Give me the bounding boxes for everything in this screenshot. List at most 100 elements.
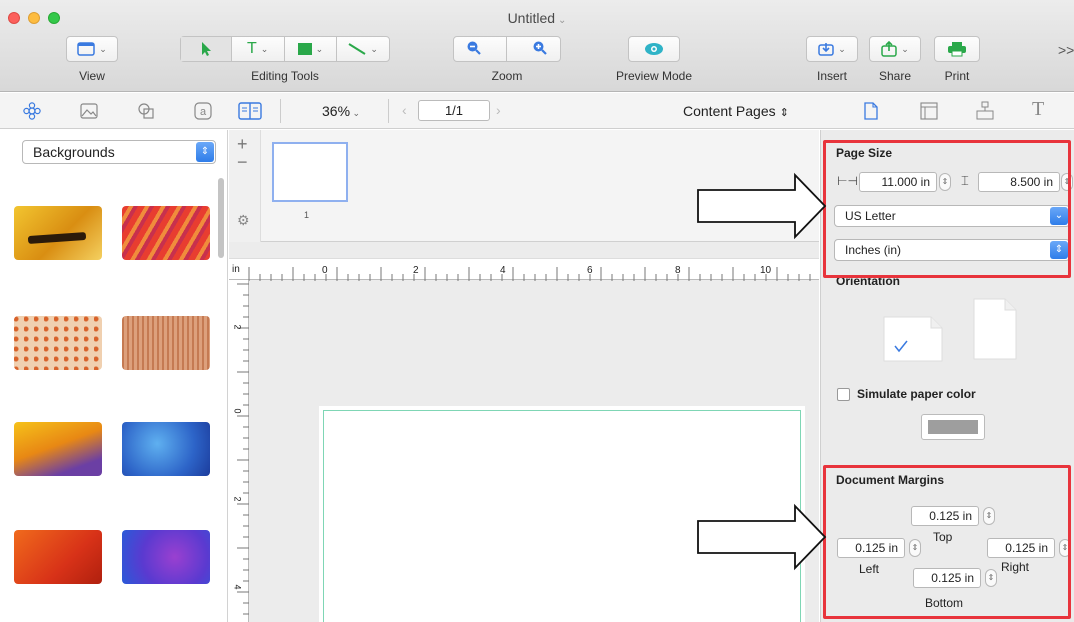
margins-highlight-box (823, 465, 1071, 619)
shapes-icon[interactable] (137, 102, 155, 120)
text-box-icon[interactable]: a (194, 102, 212, 120)
ruler-label: 0 (232, 408, 243, 414)
ruler-label: 0 (322, 265, 328, 276)
chevron-down-icon: ⌄ (901, 43, 909, 54)
window-toolbar: Untitled ⌄ ⌄ View T ⌄ ⌄ ⌄ Editing Tools Zo… (0, 0, 1074, 92)
portrait-orientation-option[interactable] (973, 298, 1017, 360)
remove-page-icon[interactable]: − (237, 152, 248, 173)
landscape-page-icon (883, 316, 943, 362)
zoom-out-icon[interactable] (466, 40, 482, 59)
printer-icon (948, 42, 966, 57)
text-icon: T (246, 40, 257, 57)
chevron-down-icon: ⌄ (838, 43, 846, 54)
print-button[interactable] (934, 36, 980, 62)
background-thumbnail[interactable] (14, 530, 102, 584)
ruler-unit: in (232, 264, 240, 275)
ruler-label: 10 (760, 265, 772, 276)
landscape-orientation-option[interactable] (883, 316, 943, 362)
portrait-page-icon (973, 298, 1017, 360)
updown-chevron-icon: ⇕ (196, 142, 214, 162)
background-thumbnail[interactable] (14, 316, 102, 370)
image-icon[interactable] (80, 103, 98, 119)
background-thumbnail[interactable] (122, 530, 210, 584)
print-label: Print (944, 69, 970, 83)
document-icon[interactable] (864, 102, 878, 120)
chevron-down-icon: ⌄ (370, 43, 378, 54)
layout-ruler-icon[interactable] (920, 102, 938, 120)
pages-panel-icon[interactable] (238, 102, 262, 120)
zoom-percent-dropdown[interactable]: 36% ⌄ (322, 103, 360, 119)
ruler-label: 2 (232, 496, 243, 502)
ruler-label: 8 (675, 265, 681, 276)
toolbar-overflow-icon[interactable]: >> (1058, 42, 1074, 58)
editing-tools-label: Editing Tools (251, 69, 319, 83)
vertical-ruler: 2 0 2 4 (229, 280, 249, 622)
background-thumbnail[interactable] (122, 422, 210, 476)
library-sidebar: Backgrounds ⇕ (0, 130, 228, 622)
ruler-label: 2 (232, 324, 243, 330)
ruler-label: 4 (500, 265, 506, 276)
page-size-highlight-box (823, 140, 1071, 278)
select-tool[interactable] (181, 37, 231, 61)
annotation-arrow-icon (697, 503, 827, 571)
rectangle-icon (297, 43, 312, 55)
category-dropdown[interactable]: Backgrounds ⇕ (22, 140, 216, 164)
view-button[interactable]: ⌄ (66, 36, 118, 62)
ruler-ticks (237, 283, 249, 615)
simulate-paper-color-checkbox[interactable] (837, 388, 850, 401)
svg-text:a: a (200, 106, 207, 118)
preview-mode-label: Preview Mode (615, 69, 693, 83)
zoom-label: Zoom (491, 69, 523, 83)
text-tool[interactable]: T ⌄ (232, 37, 284, 61)
share-button[interactable]: ⌄ (869, 36, 921, 62)
simulate-paper-color-label: Simulate paper color (857, 387, 976, 401)
zoom-percent-value: 36% (322, 103, 351, 119)
page-number-field[interactable]: 1/1 (418, 100, 490, 121)
eye-icon (645, 43, 663, 55)
insert-button[interactable]: ⌄ (806, 36, 858, 62)
title-chevron-icon[interactable]: ⌄ (558, 15, 566, 26)
background-thumbnail[interactable] (14, 206, 102, 260)
sidebar-scrollbar[interactable] (218, 178, 224, 258)
updown-chevron-icon: ⇕ (779, 107, 789, 119)
arrow-pointer-icon (201, 42, 211, 56)
line-tool[interactable]: ⌄ (337, 37, 389, 61)
flower-icon[interactable] (23, 102, 41, 120)
share-label: Share (878, 69, 912, 83)
view-label: View (79, 69, 105, 83)
chevron-down-icon: ⌄ (350, 108, 361, 118)
window-title: Untitled (507, 10, 556, 26)
background-thumbnail[interactable] (122, 316, 210, 370)
ruler-ticks (248, 267, 811, 281)
chevron-down-icon: ⌄ (260, 43, 269, 54)
paper-color-well[interactable] (921, 414, 985, 440)
secondary-bar: a 36% ⌄ ‹ 1/1 › Content Pages ⇕ T (0, 93, 1074, 129)
share-icon (881, 41, 897, 57)
category-value: Backgrounds (33, 144, 115, 160)
horizontal-ruler: in 0 2 4 6 8 10 (229, 258, 819, 281)
background-thumbnail[interactable] (122, 206, 210, 260)
chevron-down-icon: ⌄ (315, 43, 324, 54)
zoom-segment (453, 36, 561, 62)
insert-icon (818, 43, 834, 56)
previous-page-icon[interactable]: ‹ (402, 102, 407, 118)
next-page-icon[interactable]: › (496, 102, 501, 118)
arrange-icon[interactable] (976, 101, 994, 121)
line-icon (348, 43, 366, 55)
zoom-in-icon[interactable] (532, 40, 548, 59)
sidebar-view-icon (77, 42, 95, 56)
preview-mode-button[interactable] (628, 36, 680, 62)
content-pages-dropdown[interactable]: Content Pages ⇕ (683, 103, 789, 119)
page-thumbnail[interactable] (272, 142, 348, 202)
typography-icon[interactable]: T (1032, 98, 1044, 121)
shape-tool[interactable]: ⌄ (285, 37, 337, 61)
page-thumbnail-number: 1 (304, 210, 310, 220)
paper-color-swatch (928, 420, 978, 434)
ruler-label: 4 (232, 584, 243, 590)
insert-label: Insert (816, 69, 847, 83)
gear-icon[interactable]: ⚙ (237, 212, 250, 229)
chevron-down-icon: ⌄ (99, 43, 107, 54)
background-thumbnail[interactable] (14, 422, 102, 476)
ruler-label: 2 (413, 265, 419, 276)
editing-tools-segment: T ⌄ ⌄ ⌄ (180, 36, 390, 62)
